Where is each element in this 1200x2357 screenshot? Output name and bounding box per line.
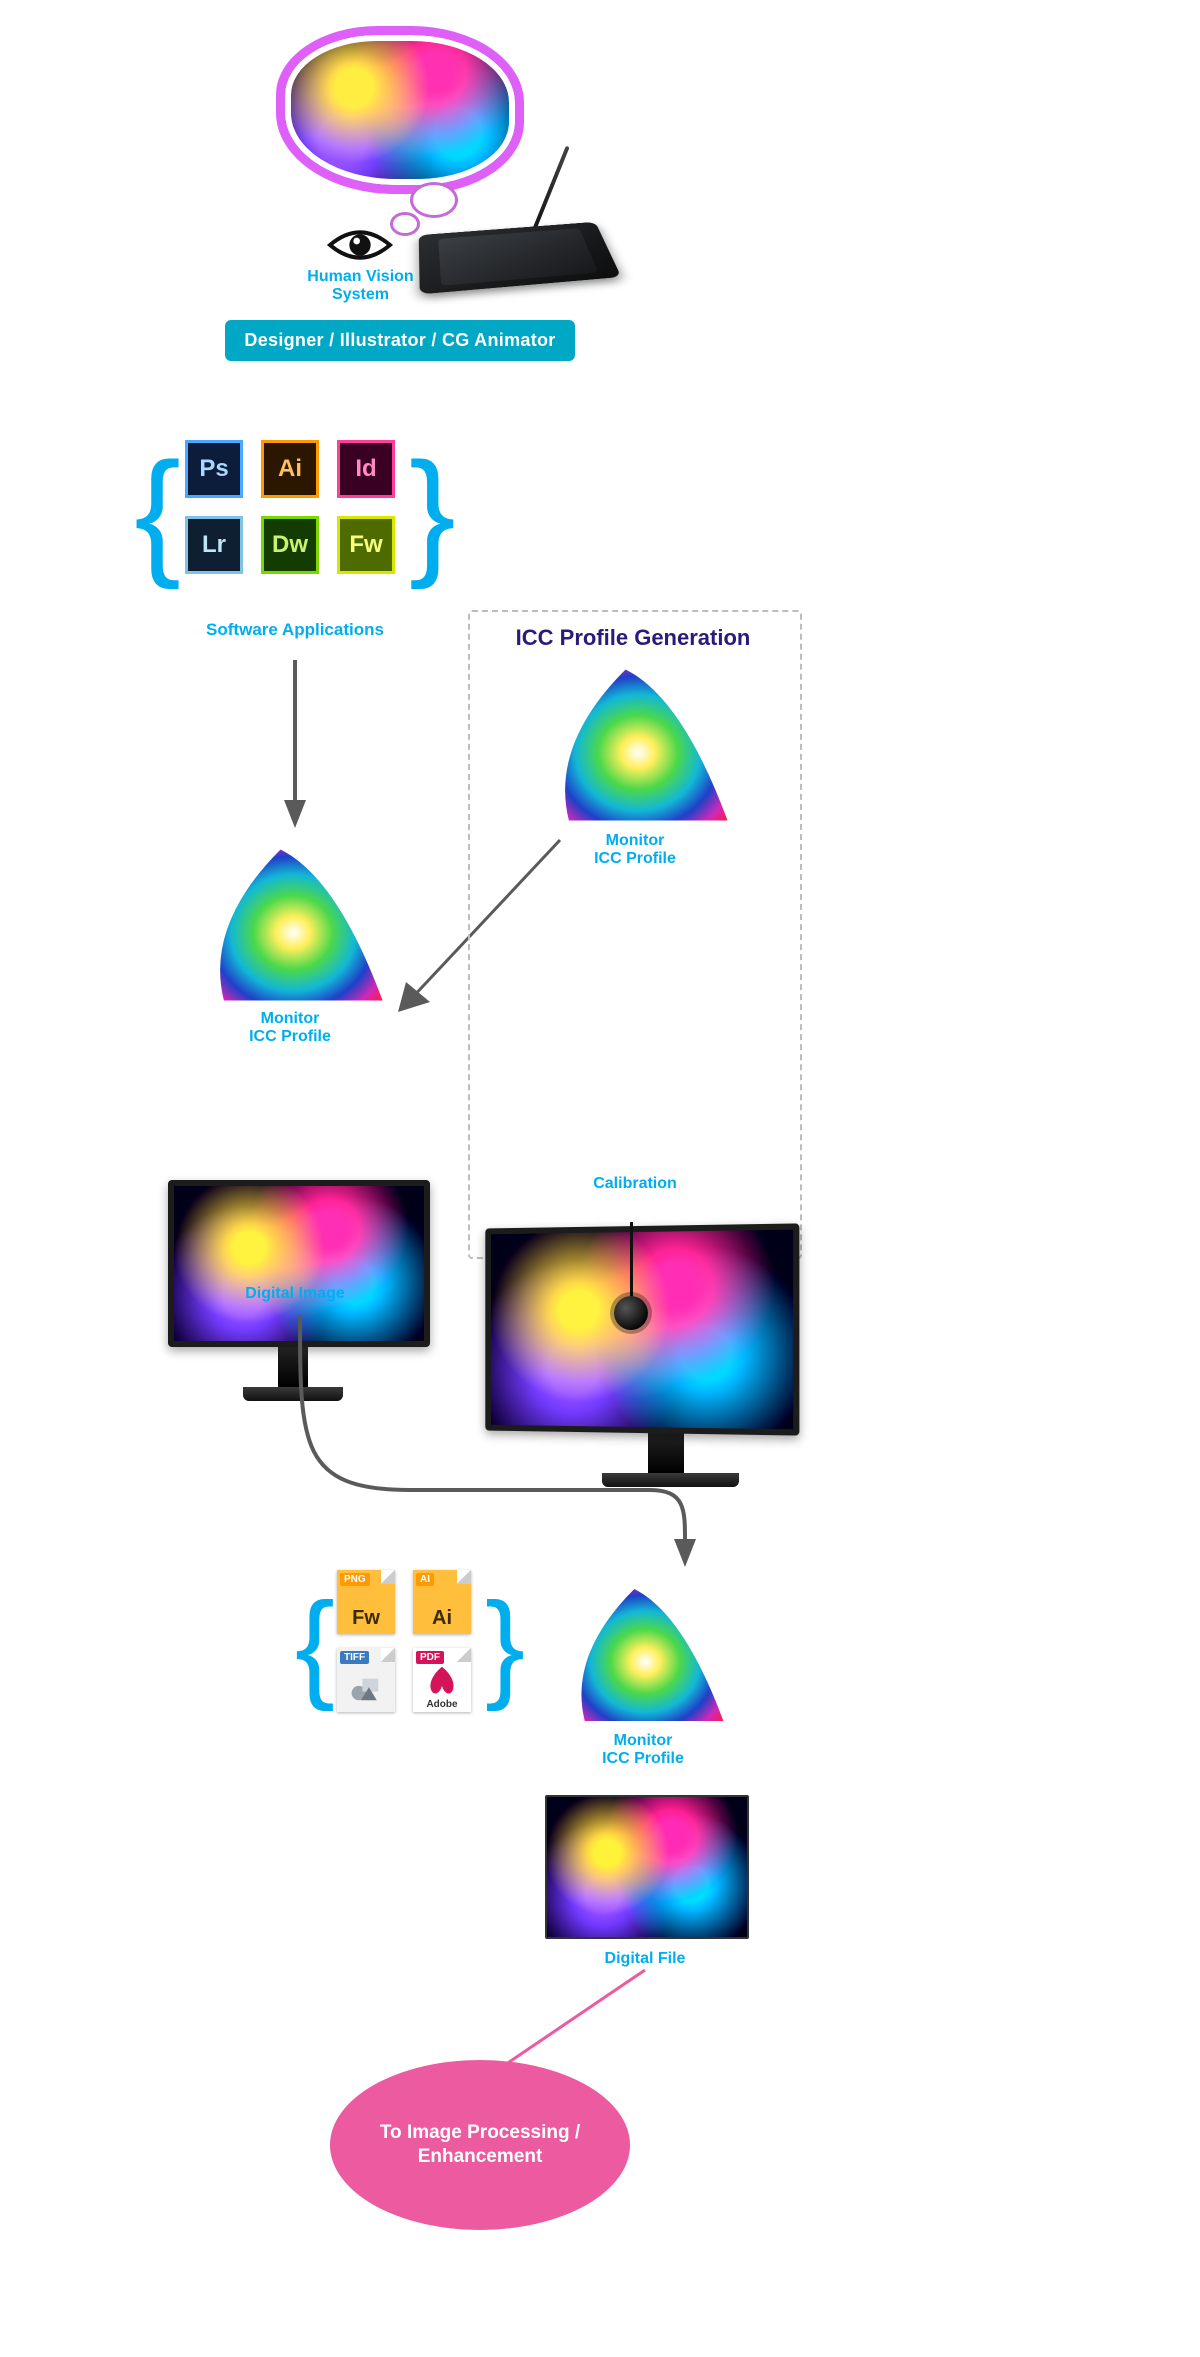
software-apps-block: { Ps Ai Id Lr Dw Fw } <box>140 440 450 584</box>
png-file-icon: PNG Fw <box>337 1570 395 1634</box>
software-apps-label: Software Applications <box>180 620 410 640</box>
drawing-tablet <box>420 185 610 305</box>
icc-generation-title: ICC Profile Generation <box>468 625 798 651</box>
gamut-icon <box>195 840 385 1010</box>
brace-right-icon: } <box>485 1585 525 1705</box>
monitor-icc-label: Monitor ICC Profile <box>555 832 715 869</box>
role-banner: Designer / Illustrator / CG Animator <box>225 320 575 361</box>
digital-file-thumb <box>545 1795 749 1939</box>
brace-left-icon: { <box>134 442 181 582</box>
tiff-file-icon: TIFF <box>337 1648 395 1712</box>
destination-oval: To Image Processing / Enhancement <box>330 2060 630 2230</box>
lightroom-icon: Lr <box>185 516 243 574</box>
calibration-monitor <box>480 1226 785 1487</box>
monitor-icc-label: Monitor ICC Profile <box>210 1010 370 1047</box>
arrow-down-icon <box>280 660 310 835</box>
gamut-icon <box>560 1580 725 1730</box>
photoshop-icon: Ps <box>185 440 243 498</box>
calibration-label: Calibration <box>555 1175 715 1193</box>
pdf-file-icon: PDF Adobe <box>413 1648 471 1712</box>
tablet-body <box>419 222 622 294</box>
eye-icon <box>325 225 395 265</box>
dreamweaver-icon: Dw <box>261 516 319 574</box>
colorimeter-icon <box>614 1296 648 1330</box>
digital-image-label: Digital Image <box>215 1285 375 1303</box>
ai-file-icon: AI Ai <box>413 1570 471 1634</box>
brace-left-icon: { <box>295 1585 335 1705</box>
monitor-icc-label: Monitor ICC Profile <box>563 1732 723 1769</box>
nebula-image <box>285 35 515 185</box>
stylus-icon <box>530 146 569 236</box>
app-tile-grid: Ps Ai Id Lr Dw Fw <box>185 440 405 584</box>
filetypes-grid: PNG Fw AI Ai TIFF PDF Adobe <box>337 1570 483 1720</box>
fireworks-icon: Fw <box>337 516 395 574</box>
indesign-icon: Id <box>337 440 395 498</box>
gamut-icon <box>540 660 730 830</box>
brace-right-icon: } <box>409 442 456 582</box>
filetypes-block: { PNG Fw AI Ai TIFF PDF Adobe } <box>290 1570 530 1720</box>
hvs-label: Human Vision System <box>298 268 423 305</box>
colorimeter-cable <box>630 1222 633 1297</box>
illustrator-icon: Ai <box>261 440 319 498</box>
